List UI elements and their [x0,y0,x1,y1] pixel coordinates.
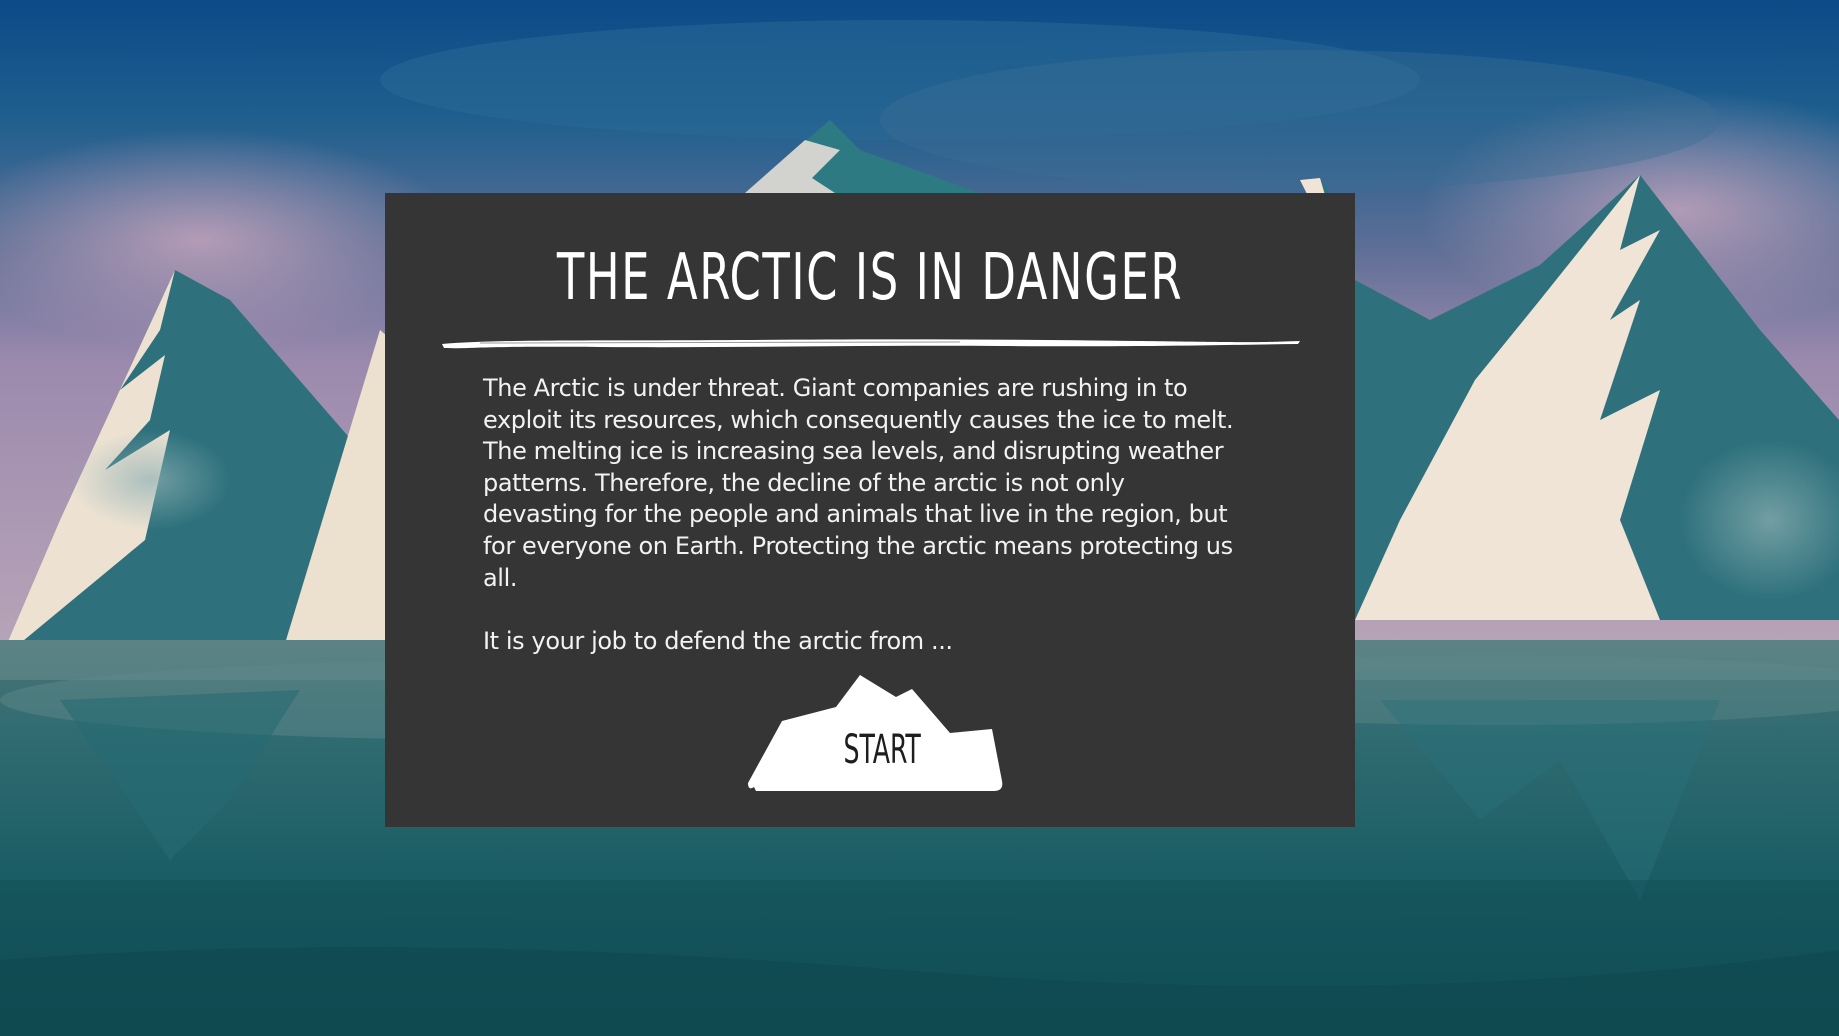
start-label: START [843,727,921,773]
intro-dialog: THE ARCTIC IS IN DANGER The Arctic is un… [385,193,1355,827]
dialog-title: THE ARCTIC IS IN DANGER [556,241,1184,315]
start-button[interactable]: START [744,673,1006,793]
intro-paragraph: The Arctic is under threat. Giant compan… [483,374,1234,592]
intro-text: The Arctic is under threat. Giant compan… [483,373,1243,657]
brush-divider [442,339,1300,349]
intro-call-to-action: It is your job to defend the arctic from… [483,626,953,655]
